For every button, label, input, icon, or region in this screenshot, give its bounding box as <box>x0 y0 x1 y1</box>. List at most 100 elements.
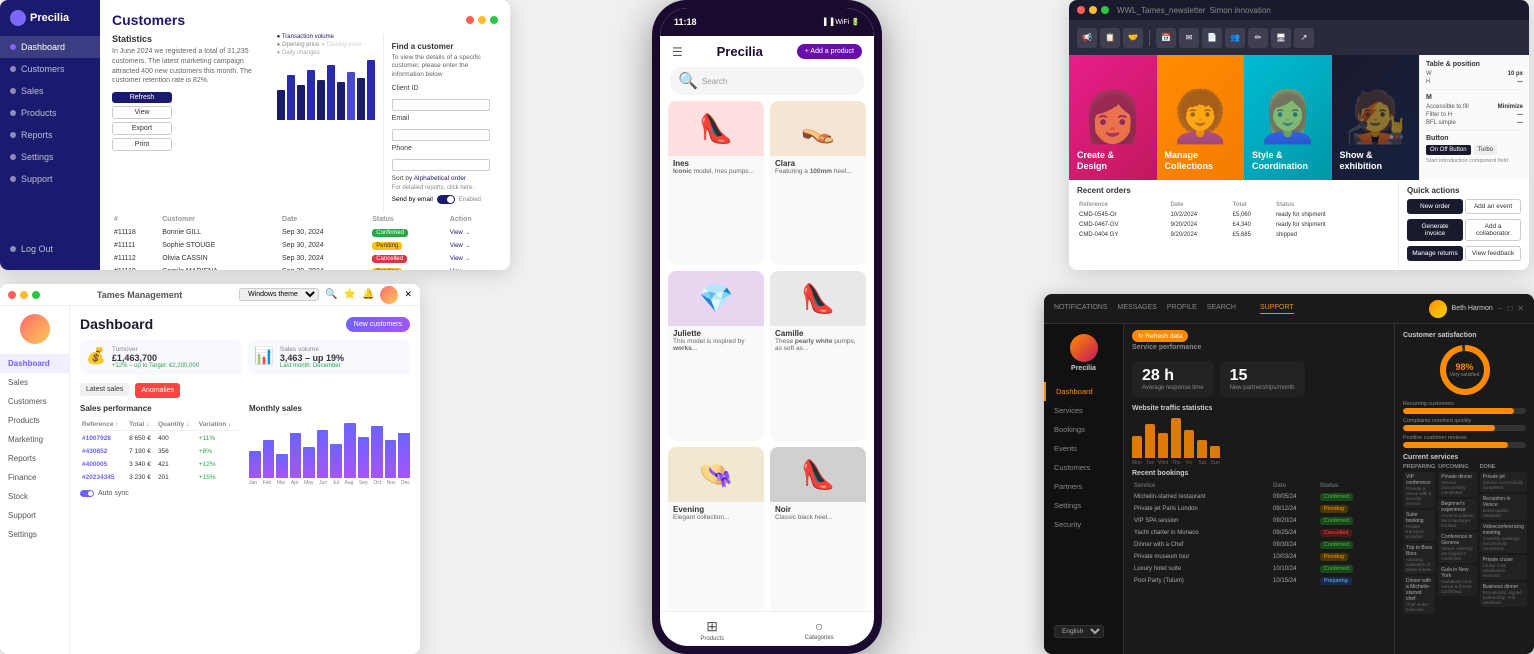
maximize-btn[interactable] <box>490 16 498 24</box>
search-input[interactable]: Search <box>702 77 727 86</box>
design-card-style[interactable]: 👩‍🦰 Style &Coordination <box>1244 55 1332 180</box>
anomalies-button[interactable]: Anomalies <box>135 383 180 398</box>
cell-date: Sep 30, 2024 <box>282 253 370 264</box>
close-btn[interactable] <box>1077 6 1085 14</box>
tames-nav-stock[interactable]: Stock <box>0 487 69 506</box>
add-event-button[interactable]: Add an event <box>1465 199 1521 214</box>
new-order-button[interactable]: New order <box>1407 199 1463 214</box>
sidebar-item-reports[interactable]: Reports <box>0 124 100 146</box>
maximize-btn[interactable] <box>1101 6 1109 14</box>
sidebar-item-sales[interactable]: Sales <box>0 80 100 102</box>
minimize-icon[interactable]: − <box>1498 304 1503 313</box>
print-button[interactable]: Print <box>112 138 172 151</box>
tool-booking[interactable]: 📅 <box>1156 28 1176 48</box>
view-button[interactable]: View <box>112 106 172 119</box>
tool-share[interactable]: ↗ <box>1294 28 1314 48</box>
add-collaborator-button[interactable]: Add a collaborator <box>1465 219 1521 241</box>
crm-nav-dashboard[interactable]: Dashboard <box>1044 382 1123 401</box>
export-button[interactable]: Export <box>112 122 172 135</box>
off-option[interactable]: Turbo <box>1474 145 1497 155</box>
design-card-show[interactable]: 🧑‍🎤 Show &exhibition <box>1332 55 1420 180</box>
send-email-toggle[interactable] <box>437 195 455 204</box>
minimize-btn[interactable] <box>1089 6 1097 14</box>
generate-invoice-button[interactable]: Generate invoice <box>1407 219 1463 241</box>
view-feedback-button[interactable]: View feedback <box>1465 246 1521 261</box>
manage-returns-button[interactable]: Manage returns <box>1407 246 1463 261</box>
sidebar-item-dashboard[interactable]: Dashboard <box>0 36 100 58</box>
tames-nav-finance[interactable]: Finance <box>0 468 69 487</box>
maximize-icon[interactable]: □ <box>1507 304 1512 313</box>
tab-profile[interactable]: PROFILE <box>1167 304 1197 314</box>
new-customers-button[interactable]: New customers <box>346 317 410 332</box>
sidebar-item-products[interactable]: Products <box>0 102 100 124</box>
close-icon[interactable]: ✕ <box>1517 304 1524 313</box>
sidebar-item-settings[interactable]: Settings <box>0 146 100 168</box>
crm-nav-settings[interactable]: Settings <box>1044 496 1123 515</box>
tames-nav-dashboard[interactable]: Dashboard <box>0 354 69 373</box>
close-btn[interactable] <box>8 291 16 299</box>
tool-mailing[interactable]: ✉ <box>1179 28 1199 48</box>
product-card-ines[interactable]: 👠 Ines Iconic model, Ines pumps... <box>668 101 764 265</box>
on-option[interactable]: On Off Button <box>1426 145 1471 155</box>
phone-input[interactable] <box>392 159 490 171</box>
tab-support[interactable]: SUPPORT <box>1260 304 1294 314</box>
chart-bar <box>287 75 295 120</box>
tames-nav-sales[interactable]: Sales <box>0 373 69 392</box>
search-icon[interactable]: 🔍 <box>325 289 337 300</box>
product-card-5[interactable]: 👒 Evening Elegant collection... <box>668 447 764 611</box>
sidebar-item-support[interactable]: Support <box>0 168 100 190</box>
email-input[interactable] <box>392 129 490 141</box>
star-icon[interactable]: ⭐ <box>344 289 356 300</box>
crm-nav-customers[interactable]: Customers <box>1044 458 1123 477</box>
tames-nav-support[interactable]: Support <box>0 506 69 525</box>
tames-nav-products[interactable]: Products <box>0 411 69 430</box>
design-card-collections[interactable]: 👩‍🦱 ManageCollections <box>1157 55 1245 180</box>
tames-nav-settings[interactable]: Settings <box>0 525 69 544</box>
menu-icon[interactable]: ☰ <box>672 45 683 59</box>
tab-notifications[interactable]: NOTIFICATIONS <box>1054 304 1108 314</box>
tool-templates[interactable]: 📋 <box>1100 28 1120 48</box>
client-id-input[interactable] <box>392 99 490 111</box>
crm-nav-partners[interactable]: Partners <box>1044 477 1123 496</box>
search-bar[interactable]: 🔍 Search <box>670 67 864 95</box>
nav-categories[interactable]: ○ Categories <box>805 618 834 642</box>
bell-icon[interactable]: 🔔 <box>362 289 374 300</box>
design-card-create[interactable]: 👩 Create &Design <box>1069 55 1157 180</box>
add-product-button[interactable]: + Add a product <box>797 44 862 59</box>
close-icon[interactable]: ✕ <box>404 289 412 300</box>
product-card-juliette[interactable]: 💎 Juliette This model is inspired by wor… <box>668 271 764 442</box>
crm-nav-bookings[interactable]: Bookings <box>1044 420 1123 439</box>
sidebar-item-customers[interactable]: Customers <box>0 58 100 80</box>
refresh-data-button[interactable]: ↻ Refresh data <box>1132 330 1188 342</box>
maximize-btn[interactable] <box>32 291 40 299</box>
crm-nav-events[interactable]: Events <box>1044 439 1123 458</box>
close-btn[interactable] <box>466 16 474 24</box>
tool-create[interactable]: ✏ <box>1248 28 1268 48</box>
crm-nav-security[interactable]: Security <box>1044 515 1123 534</box>
tab-search[interactable]: SEARCH <box>1207 304 1236 314</box>
table-row: #11111 Sophie STOUGE Sep 30, 2024 Pendin… <box>114 240 496 251</box>
refresh-button[interactable]: Refresh <box>112 92 172 103</box>
product-card-camille[interactable]: 👠 Camille These pearly white pumps, as s… <box>770 271 866 442</box>
nav-products[interactable]: ⊞ Products <box>700 618 724 642</box>
auto-sync-toggle[interactable] <box>80 490 94 497</box>
minimize-btn[interactable] <box>478 16 486 24</box>
tool-multipage[interactable]: 📄 <box>1202 28 1222 48</box>
language-select[interactable]: English <box>1054 625 1104 638</box>
crm-nav-services[interactable]: Services <box>1044 401 1123 420</box>
cell-date: 10/10/24 <box>1273 564 1318 574</box>
product-card-6[interactable]: 👠 Noir Classic black heel... <box>770 447 866 611</box>
tool-display[interactable]: 🖥 <box>1271 28 1291 48</box>
product-card-clara[interactable]: 👡 Clara Featuring a 100mm heel... <box>770 101 866 265</box>
sidebar-item-logout[interactable]: Log Out <box>0 238 100 260</box>
tool-campaigns[interactable]: 📢 <box>1077 28 1097 48</box>
tames-nav-customers[interactable]: Customers <box>0 392 69 411</box>
theme-select[interactable]: Windows theme <box>239 288 319 301</box>
tab-messages[interactable]: MESSAGES <box>1118 304 1157 314</box>
tool-partners[interactable]: 🤝 <box>1123 28 1143 48</box>
minimize-btn[interactable] <box>20 291 28 299</box>
tames-nav-marketing[interactable]: Marketing <box>0 430 69 449</box>
latest-sales-button[interactable]: Latest sales <box>80 383 129 396</box>
tames-nav-reports[interactable]: Reports <box>0 449 69 468</box>
tool-collaborators[interactable]: 👥 <box>1225 28 1245 48</box>
